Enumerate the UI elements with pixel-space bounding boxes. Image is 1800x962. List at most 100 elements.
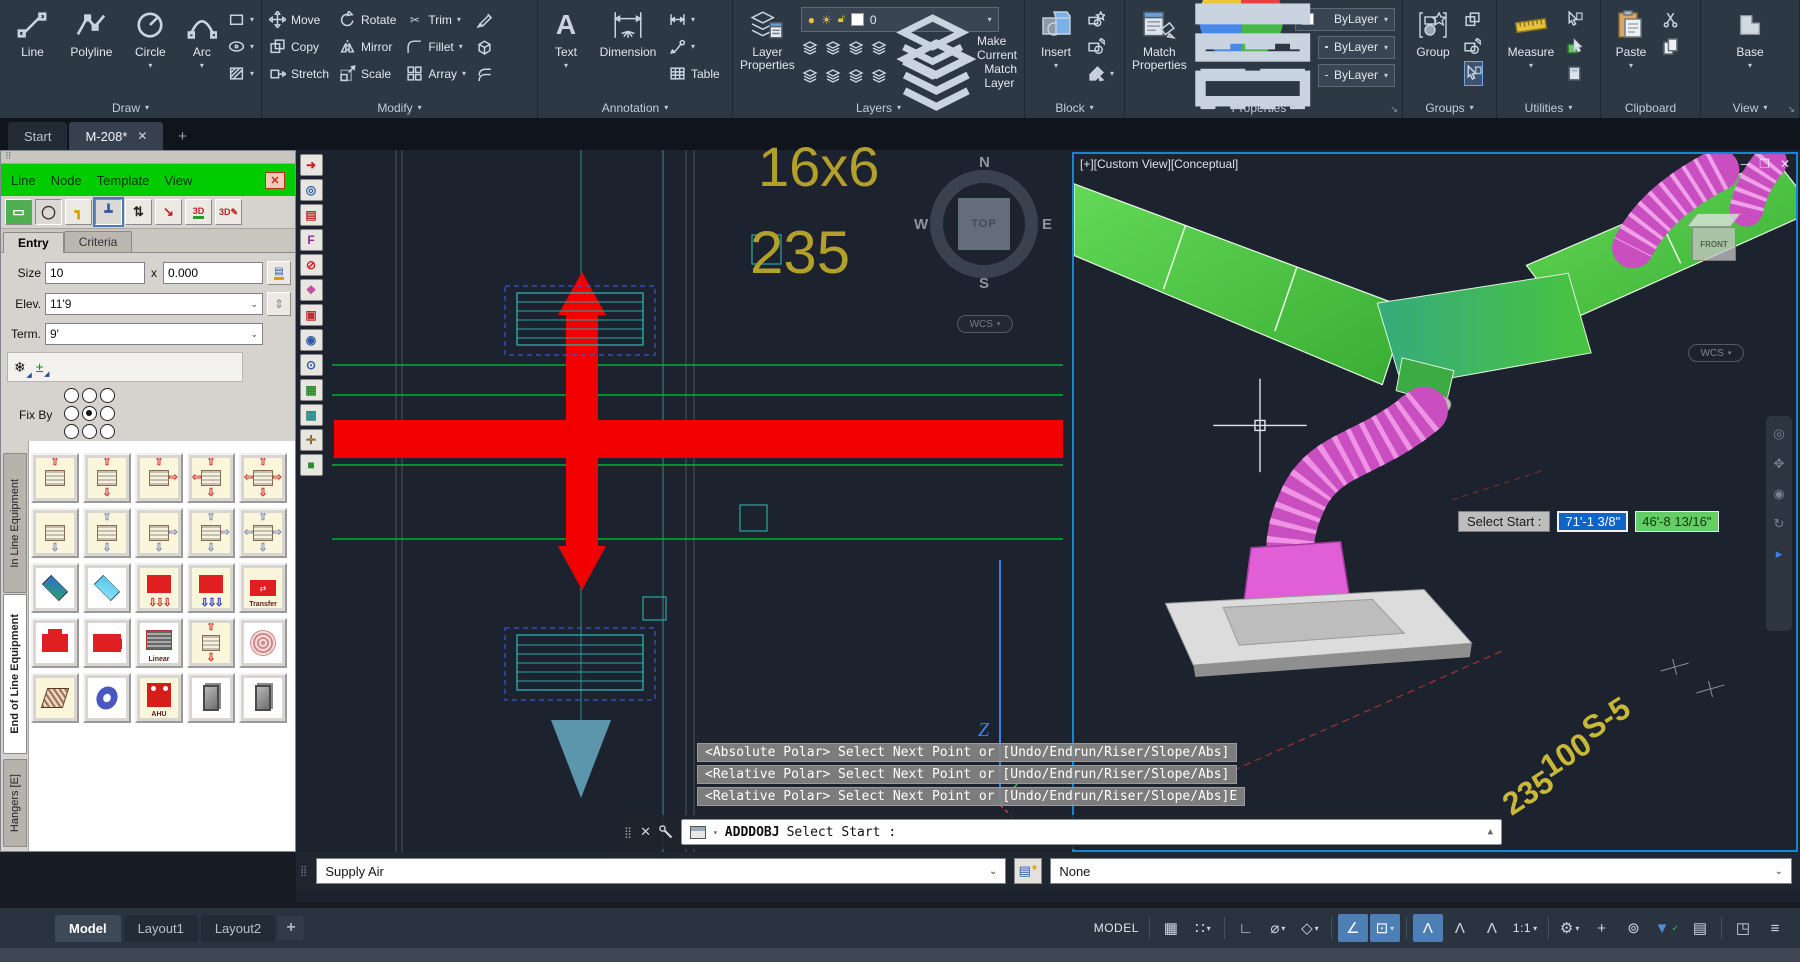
grille-supply-upright-button[interactable]: ⇧⇨: [135, 453, 183, 503]
modify-panel-title[interactable]: Modify▾: [262, 97, 537, 118]
isolate-objects-toggle[interactable]: ▼✓: [1651, 914, 1683, 942]
insert-button[interactable]: Insert▾: [1032, 5, 1080, 70]
round-duct-tool[interactable]: ◯: [35, 199, 62, 225]
break-tool[interactable]: ❄◢: [14, 359, 26, 376]
viewcube-south[interactable]: S: [979, 275, 989, 292]
menu-view[interactable]: View: [164, 173, 192, 188]
palette-drag-handle[interactable]: ⠿: [1, 151, 295, 164]
quick-properties-toggle[interactable]: +: [1587, 914, 1617, 942]
tab-model[interactable]: Model: [55, 915, 121, 942]
viewport-close-icon[interactable]: ✕: [1780, 157, 1790, 171]
orbit-icon[interactable]: ↻: [1774, 516, 1785, 532]
duct-shape-button[interactable]: ▤: [267, 261, 291, 285]
route-tool[interactable]: ➜: [300, 154, 323, 176]
add-remove-tool[interactable]: ±◢: [36, 359, 44, 375]
terminal-dropdown[interactable]: 9'⌄: [45, 323, 263, 345]
scale-button[interactable]: Scale: [339, 61, 396, 86]
cut-button[interactable]: [1662, 7, 1679, 32]
viewcube-2d[interactable]: N S W E TOP: [918, 158, 1050, 290]
trim-button[interactable]: ✂Trim▾: [406, 7, 466, 32]
selection-filtering-toggle[interactable]: ⊚: [1619, 914, 1649, 942]
viewport-restore-icon[interactable]: ❐: [1759, 157, 1770, 171]
dynamic-input-y[interactable]: 46'-8 13/16": [1635, 511, 1718, 532]
tab-in-line-equipment[interactable]: In Line Equipment: [3, 453, 27, 593]
fixby-point[interactable]: [100, 388, 115, 403]
elevation-dropdown[interactable]: 11'9⌄: [45, 293, 263, 315]
filter-button[interactable]: [31, 673, 79, 723]
menu-line[interactable]: Line: [11, 173, 36, 188]
model-space-button[interactable]: MODEL: [1090, 914, 1143, 942]
toolbar-drag-handle[interactable]: ⣿: [300, 866, 308, 877]
clean-screen-toggle[interactable]: ◳: [1728, 914, 1758, 942]
grille-mini-updown-button[interactable]: ⇧⇩: [187, 618, 235, 668]
grille-return-down-button[interactable]: ⇩: [31, 508, 79, 558]
table-button[interactable]: Table: [669, 61, 720, 86]
create-block-button[interactable]: [1088, 7, 1114, 32]
group-edit-button[interactable]: [1464, 34, 1483, 59]
fixby-point[interactable]: [100, 406, 115, 421]
full-navigation-wheel-icon[interactable]: ◎: [1773, 426, 1784, 442]
paste-button[interactable]: Paste▾: [1608, 5, 1654, 70]
block-panel-title[interactable]: Block▾: [1025, 97, 1124, 118]
tab-layout2[interactable]: Layout2: [201, 915, 275, 942]
fixby-point[interactable]: [64, 388, 79, 403]
viewport-minimize-icon[interactable]: ─: [1741, 157, 1750, 171]
fixby-grid[interactable]: [64, 388, 117, 441]
hatch-button[interactable]: ▾: [228, 61, 254, 86]
grid-display-toggle[interactable]: ▦: [1156, 914, 1186, 942]
line-button[interactable]: Line: [7, 5, 58, 59]
layer-properties-button[interactable]: Layer Properties: [740, 5, 795, 71]
viewcube-3d[interactable]: FRONT: [1686, 209, 1748, 271]
fixby-point[interactable]: [64, 424, 79, 439]
rooftop-unit-button[interactable]: [31, 618, 79, 668]
panel-launcher-icon[interactable]: ↘: [1787, 104, 1795, 115]
polar-tracking-toggle[interactable]: ⌀▾: [1263, 914, 1293, 942]
group-selection-toggle[interactable]: [1464, 61, 1483, 86]
polyline-button[interactable]: Polyline: [66, 5, 117, 59]
pattern-tool[interactable]: ❖: [300, 279, 323, 301]
explode-button[interactable]: [476, 34, 493, 59]
grille-supply-upleftdown-button[interactable]: ⇧⇦⇩: [187, 453, 235, 503]
zoom-previous-tool[interactable]: ◉: [300, 329, 323, 351]
customization-menu-toggle[interactable]: ≡: [1760, 914, 1790, 942]
command-close-icon[interactable]: ✕: [640, 824, 651, 840]
lineweight-dropdown[interactable]: ByLayer▾: [1318, 36, 1395, 59]
copy-clip-button[interactable]: [1662, 34, 1679, 59]
layers-panel-title[interactable]: Layers▾: [733, 97, 1024, 118]
annotation-panel-title[interactable]: Annotation▾: [538, 97, 732, 118]
show-motion-icon[interactable]: ▸: [1776, 546, 1783, 562]
fixby-point[interactable]: [100, 424, 115, 439]
grille-supply-updown-button[interactable]: ⇧⇩: [83, 453, 131, 503]
view-panel-title[interactable]: View▾↘: [1701, 97, 1799, 118]
wcs-menu[interactable]: WCS▾: [957, 315, 1013, 333]
fill-mode-tool[interactable]: F: [300, 229, 323, 251]
isometric-drafting-toggle[interactable]: ◇▾: [1295, 914, 1325, 942]
color-mode-tool[interactable]: ■: [300, 454, 323, 476]
id-point-button[interactable]: [1566, 34, 1583, 59]
layer-unisolate-icon[interactable]: [824, 68, 842, 84]
louver-a-button[interactable]: [187, 673, 235, 723]
zoom-icon[interactable]: ◉: [1773, 486, 1784, 502]
viewcube-east[interactable]: E: [1042, 216, 1052, 233]
layer-on-icon[interactable]: [801, 68, 819, 84]
stretch-button[interactable]: Stretch: [269, 61, 329, 86]
grille-supply-up-button[interactable]: ⇧: [31, 453, 79, 503]
panel-launcher-icon[interactable]: ↘: [1390, 104, 1398, 115]
orbit-tool[interactable]: ⊙: [300, 354, 323, 376]
elbow-tool[interactable]: ┓: [65, 199, 92, 225]
diffuser-3d-dark-button[interactable]: [31, 563, 79, 613]
viewcube-top-face[interactable]: [1687, 213, 1742, 227]
annotation-scale-indicator-toggle[interactable]: Λ: [1477, 914, 1507, 942]
exhaust-blue-arrows-button[interactable]: ⇩⇩⇩: [187, 563, 235, 613]
fill-off-tool[interactable]: ⊘: [300, 254, 323, 276]
snap-mode-toggle[interactable]: ∷▾: [1188, 914, 1218, 942]
group-button[interactable]: Group: [1410, 5, 1456, 59]
workspace-switching-toggle[interactable]: ⚙▾: [1555, 914, 1585, 942]
dynamic-input-x[interactable]: 71'-1 3/8": [1557, 511, 1628, 532]
fixby-point-selected[interactable]: [82, 406, 97, 421]
navigation-bar[interactable]: ◎ ✥ ◉ ↻ ▸: [1766, 416, 1792, 631]
3d-edit-tool[interactable]: 3D✎: [215, 199, 242, 225]
menu-template[interactable]: Template: [97, 173, 150, 188]
tab-start[interactable]: Start: [8, 122, 67, 150]
draw-panel-title[interactable]: Draw▾: [0, 97, 261, 118]
